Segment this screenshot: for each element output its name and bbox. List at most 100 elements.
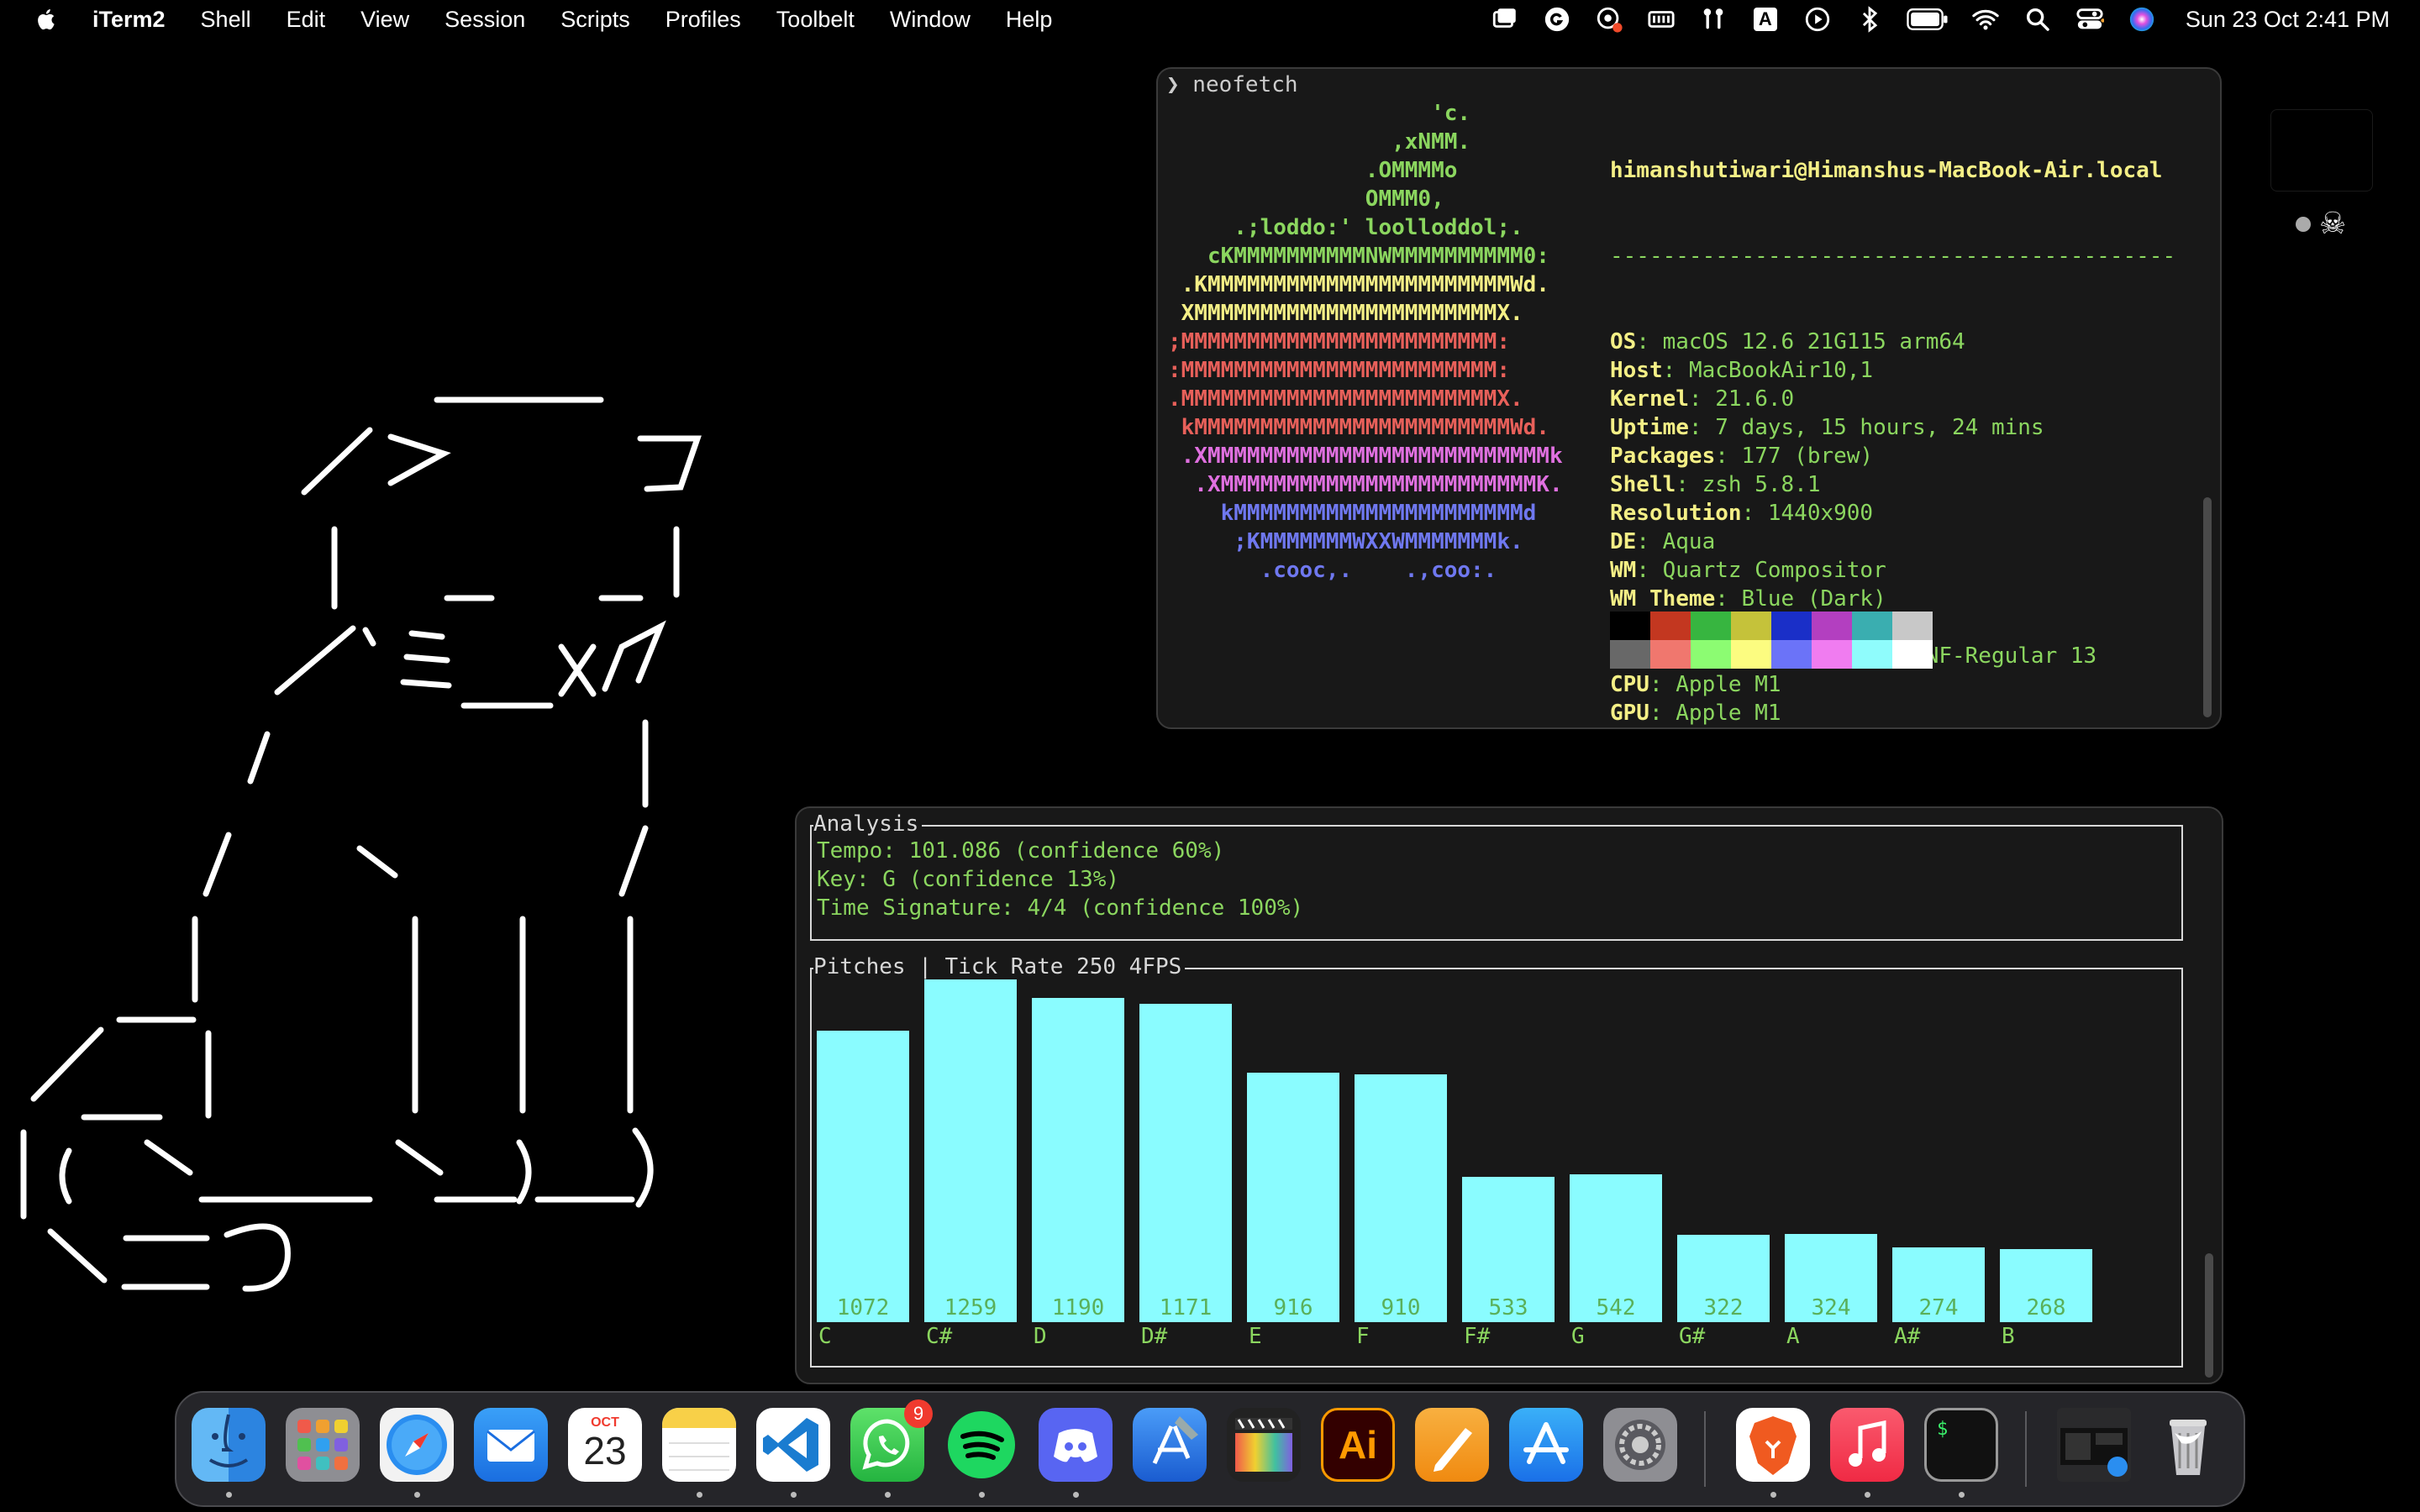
info-row: WM: Quartz Compositor [1610,556,2175,585]
info-row: Uptime: 7 days, 15 hours, 24 mins [1610,413,2175,442]
control-center-icon[interactable] [2075,4,2105,34]
spotify-icon[interactable] [944,1408,1018,1482]
info-row: Resolution: 1440x900 [1610,499,2175,528]
scrollbar-thumb[interactable] [2205,1253,2213,1378]
clock[interactable]: Sun 23 Oct 2:41 PM [2186,7,2390,33]
pitch-bar-value: 324 [1811,1295,1851,1320]
color-palette [1610,612,1933,669]
battery-icon[interactable] [1907,4,1949,34]
menu-session[interactable]: Session [445,7,525,33]
floating-widget [2270,109,2373,192]
menu-app-name[interactable]: iTerm2 [92,7,166,33]
pitch-bar-value: 916 [1273,1295,1313,1320]
info-colon: : [1715,586,1742,612]
airpods-icon[interactable] [1698,4,1728,34]
stage-manager-icon[interactable] [1490,4,1520,34]
grammarly-icon[interactable] [1542,4,1572,34]
illustrator-icon[interactable]: Ai [1321,1408,1395,1482]
play-icon[interactable] [1802,4,1833,34]
menu-scripts[interactable]: Scripts [560,7,630,33]
iterm2-icon[interactable]: $ [1924,1408,1998,1482]
running-indicator [1073,1492,1079,1498]
input-source-label: A [1753,8,1777,31]
info-fields: OS: macOS 12.6 21G115 arm64 Host: MacBook… [1610,328,2175,727]
menu-view[interactable]: View [360,7,409,33]
info-colon: : [1649,672,1676,697]
music-icon[interactable] [1830,1408,1904,1482]
menu-shell[interactable]: Shell [201,7,251,33]
siri-icon[interactable] [2127,4,2157,34]
notes-icon[interactable] [662,1408,736,1482]
app-store-icon[interactable] [1509,1408,1583,1482]
dock-separator [2025,1411,2027,1487]
info-key: CPU [1610,672,1649,697]
info-value: Apple M1 [1676,701,1781,726]
info-colon: : [1649,701,1676,726]
info-colon: : [1636,329,1663,354]
palette-swatch [1771,640,1812,669]
safari-icon[interactable] [380,1408,454,1482]
info-key: DE [1610,529,1637,554]
brave-icon[interactable] [1736,1408,1810,1482]
scrollbar-thumb[interactable] [2203,497,2212,717]
info-row: Shell: zsh 5.8.1 [1610,470,2175,499]
menu-help[interactable]: Help [1006,7,1053,33]
info-value: Apple M1 [1676,672,1781,697]
key-line: Key: G (confidence 13%) [817,867,1120,892]
logo-line: kMMMMMMMMMMMMMMMMMMMMMMMMWd. [1168,415,1549,440]
menu-edit[interactable]: Edit [287,7,326,33]
info-key: Host [1610,358,1663,383]
pitch-bar [1139,1004,1232,1322]
running-indicator [414,1492,420,1498]
logo-line: ;KMMMMMMMWXXWMMMMMMMk. [1168,529,1523,554]
spotlight-icon[interactable] [2023,4,2053,34]
discord-icon[interactable] [1039,1408,1113,1482]
pitch-bar-value: 542 [1596,1295,1636,1320]
apple-icon[interactable] [30,3,64,36]
mail-icon[interactable] [474,1408,548,1482]
pitch-bar [924,979,1017,1322]
logo-line: cKMMMMMMMMMMNWMMMMMMMMMM0: [1168,244,1549,269]
system-preferences-icon[interactable] [1603,1408,1677,1482]
screenshot-thumbnail-icon[interactable] [2057,1408,2131,1482]
info-key: WM Theme [1610,586,1716,612]
skull-crossbones-icon[interactable]: ☠ [2319,207,2346,241]
palette-swatch [1610,640,1650,669]
xcode-icon[interactable] [1133,1408,1207,1482]
logo-line: OMMM0, [1168,186,1444,212]
menu-toolbelt[interactable]: Toolbelt [776,7,855,33]
logo-line: .XMMMMMMMMMMMMMMMMMMMMMMMMMMk [1168,444,1563,469]
info-colon: : [1741,501,1768,526]
logo-line: .MMMMMMMMMMMMMMMMMMMMMMMMX. [1168,386,1523,412]
screen-record-icon[interactable] [1594,4,1624,34]
bluetooth-icon[interactable] [1854,4,1885,34]
launchpad-icon[interactable] [286,1408,360,1482]
final-cut-pro-icon[interactable] [1227,1408,1301,1482]
info-row: OS: macOS 12.6 21G115 arm64 [1610,328,2175,356]
memory-icon[interactable] [1646,4,1676,34]
info-key: Uptime [1610,415,1689,440]
dock-separator [1704,1411,1706,1487]
running-indicator [1770,1492,1776,1498]
logo-line: .XMMMMMMMMMMMMMMMMMMMMMMMMK. [1168,472,1563,497]
pages-icon[interactable] [1415,1408,1489,1482]
pitches-box: Pitches | Tick Rate 250 4FPS 1072 C 1259 C#… [810,953,2183,1368]
vscode-icon[interactable] [756,1408,830,1482]
running-indicator [885,1492,891,1498]
audio-analyzer-terminal-window[interactable]: Analysis Tempo: 101.086 (confidence 60%)… [795,806,2223,1384]
palette-swatch [1731,612,1771,640]
palette-swatch [1691,640,1731,669]
menu-profiles[interactable]: Profiles [666,7,741,33]
neofetch-terminal-window[interactable]: ❯ neofetch 'c. ,xNMM. .OMMMMo OMMM0, .;l… [1156,67,2222,729]
menu-bar: iTerm2 Shell Edit View Session Scripts P… [0,0,2420,39]
pitch-note-label: F [1356,1324,1370,1349]
calendar-icon[interactable]: OCT 23 [568,1408,642,1482]
info-key: OS [1610,329,1637,354]
palette-swatch [1812,612,1852,640]
finder-icon[interactable] [192,1408,266,1482]
input-source-icon[interactable]: A [1750,4,1781,34]
menu-window[interactable]: Window [890,7,971,33]
palette-swatch [1771,612,1812,640]
wifi-icon[interactable] [1970,4,2001,34]
trash-icon[interactable] [2151,1408,2225,1482]
